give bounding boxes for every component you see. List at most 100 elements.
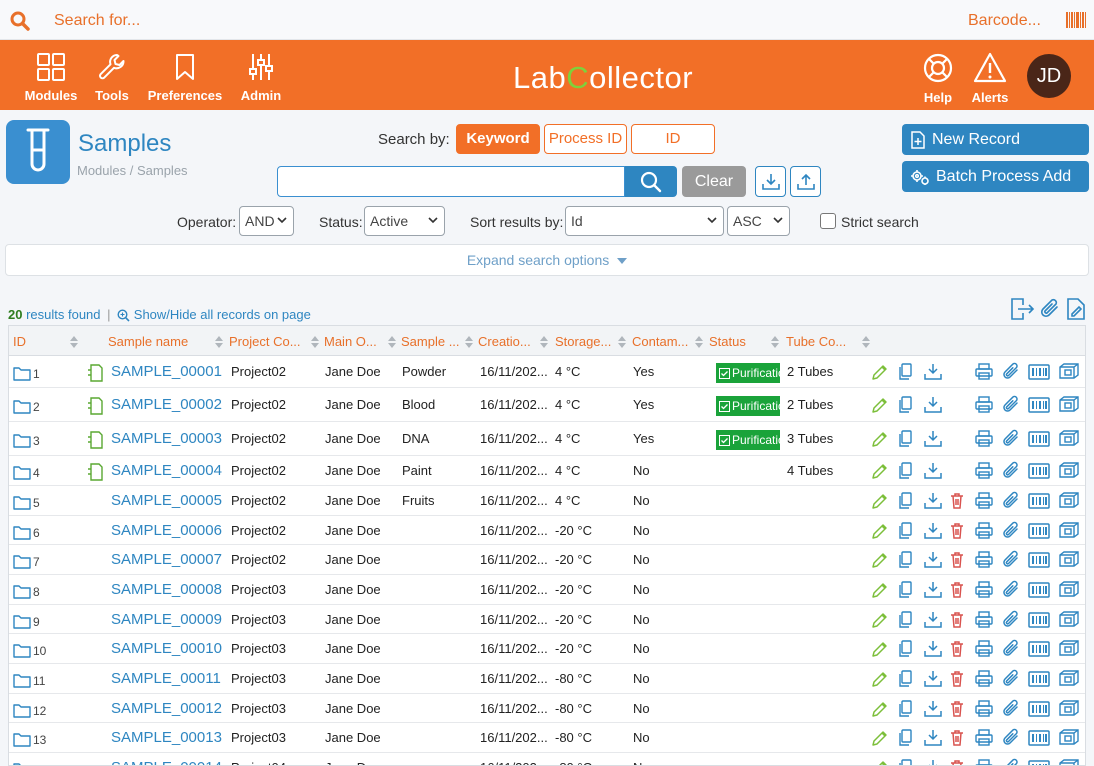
sample-name-link[interactable]: SAMPLE_00014 — [111, 759, 222, 765]
table-row[interactable]: 9 SAMPLE_00009 Project03 Jane Doe 16/11/202.… — [9, 605, 1085, 634]
print-icon[interactable] — [974, 580, 994, 600]
print-icon[interactable] — [974, 491, 994, 511]
clear-button[interactable]: Clear — [682, 166, 746, 197]
sample-name-link[interactable]: SAMPLE_00004 — [111, 462, 222, 479]
folder-icon[interactable] — [13, 553, 31, 571]
edit-pencil-icon[interactable] — [870, 639, 890, 659]
print-icon[interactable] — [974, 639, 994, 659]
barcode-icon[interactable] — [1028, 395, 1050, 415]
storage-box-icon[interactable] — [1058, 429, 1080, 449]
sample-document-icon[interactable] — [87, 462, 103, 482]
folder-icon[interactable] — [13, 731, 31, 749]
paperclip-icon[interactable] — [1002, 758, 1020, 765]
barcode-icon[interactable] — [1028, 699, 1050, 719]
sample-name-link[interactable]: SAMPLE_00012 — [111, 700, 222, 717]
global-search-input[interactable]: Search for... — [54, 12, 140, 30]
download-icon[interactable] — [923, 521, 943, 541]
storage-box-icon[interactable] — [1058, 550, 1080, 570]
edit-pencil-icon[interactable] — [870, 395, 890, 415]
barcode-icon[interactable] — [1028, 362, 1050, 382]
export-icon[interactable] — [1009, 297, 1035, 321]
print-icon[interactable] — [974, 758, 994, 765]
search-mode-keyword[interactable]: Keyword — [456, 124, 540, 154]
folder-icon[interactable] — [13, 398, 31, 416]
edit-document-icon[interactable] — [1066, 297, 1086, 321]
sort-caret-icon[interactable] — [387, 335, 397, 349]
trash-icon[interactable] — [948, 669, 966, 689]
table-row[interactable]: 5 SAMPLE_00005 Project02 Jane Doe Fruits 16/1… — [9, 486, 1085, 516]
copy-icon[interactable] — [896, 728, 916, 748]
download-icon[interactable] — [923, 669, 943, 689]
trash-icon[interactable] — [948, 550, 966, 570]
user-avatar[interactable]: JD — [1027, 54, 1071, 98]
sample-document-icon[interactable] — [87, 363, 103, 383]
copy-icon[interactable] — [896, 429, 916, 449]
nav-preferences[interactable]: Preferences — [145, 52, 225, 103]
edit-pencil-icon[interactable] — [870, 669, 890, 689]
search-icon[interactable] — [10, 11, 30, 31]
col-sample-name[interactable]: Sample name — [108, 334, 188, 349]
trash-icon[interactable] — [948, 699, 966, 719]
status-select[interactable]: Active — [364, 206, 445, 236]
download-icon[interactable] — [923, 639, 943, 659]
download-icon[interactable] — [923, 758, 943, 765]
strict-search-checkbox[interactable] — [820, 213, 836, 229]
paperclip-icon[interactable] — [1002, 550, 1020, 570]
edit-pencil-icon[interactable] — [870, 461, 890, 481]
folder-icon[interactable] — [13, 642, 31, 660]
trash-icon[interactable] — [948, 728, 966, 748]
paperclip-icon[interactable] — [1002, 669, 1020, 689]
sample-name-link[interactable]: SAMPLE_00009 — [111, 611, 222, 628]
nav-help[interactable]: Help — [918, 52, 958, 105]
col-creation[interactable]: Creatio... — [478, 334, 531, 349]
print-icon[interactable] — [974, 699, 994, 719]
download-icon[interactable] — [923, 491, 943, 511]
trash-icon[interactable] — [948, 521, 966, 541]
barcode-input[interactable]: Barcode... — [968, 12, 1041, 30]
folder-icon[interactable] — [13, 464, 31, 482]
col-project[interactable]: Project Co... — [229, 334, 301, 349]
storage-box-icon[interactable] — [1058, 580, 1080, 600]
folder-icon[interactable] — [13, 365, 31, 383]
table-row[interactable]: 4 SAMPLE_00004 Project02 Jane Doe Paint 16/11… — [9, 456, 1085, 486]
paperclip-icon[interactable] — [1002, 395, 1020, 415]
col-tube-count[interactable]: Tube Co... — [786, 334, 846, 349]
copy-icon[interactable] — [896, 491, 916, 511]
trash-icon[interactable] — [948, 639, 966, 659]
search-mode-process-id[interactable]: Process ID — [544, 124, 627, 154]
sample-name-link[interactable]: SAMPLE_00002 — [111, 396, 222, 413]
sort-field-select[interactable]: Id — [565, 206, 724, 236]
barcode-icon[interactable] — [1028, 610, 1050, 630]
download-icon[interactable] — [923, 429, 943, 449]
table-row[interactable]: 8 SAMPLE_00008 Project03 Jane Doe 16/11/202.… — [9, 575, 1085, 605]
download-icon[interactable] — [923, 461, 943, 481]
folder-icon[interactable] — [13, 613, 31, 631]
sort-caret-icon[interactable] — [770, 335, 780, 349]
barcode-icon[interactable] — [1028, 669, 1050, 689]
table-row[interactable]: 14SAMPLE_00014Project04Jane Doe16/11/202… — [9, 753, 1085, 765]
download-icon[interactable] — [923, 395, 943, 415]
paperclip-icon[interactable] — [1002, 491, 1020, 511]
print-icon[interactable] — [974, 395, 994, 415]
paperclip-icon[interactable] — [1002, 639, 1020, 659]
sort-order-select[interactable]: ASC — [727, 206, 790, 236]
storage-box-icon[interactable] — [1058, 610, 1080, 630]
print-icon[interactable] — [974, 728, 994, 748]
sample-document-icon[interactable] — [87, 396, 103, 416]
download-icon[interactable] — [923, 550, 943, 570]
paperclip-icon[interactable] — [1002, 580, 1020, 600]
folder-icon[interactable] — [13, 583, 31, 601]
storage-box-icon[interactable] — [1058, 491, 1080, 511]
download-icon[interactable] — [923, 362, 943, 382]
copy-icon[interactable] — [896, 521, 916, 541]
edit-pencil-icon[interactable] — [870, 699, 890, 719]
col-status[interactable]: Status — [709, 334, 746, 349]
trash-icon[interactable] — [948, 580, 966, 600]
sample-name-link[interactable]: SAMPLE_00003 — [111, 430, 222, 447]
edit-pencil-icon[interactable] — [870, 550, 890, 570]
print-icon[interactable] — [974, 429, 994, 449]
labcollector-logo[interactable]: LabCollector — [513, 60, 693, 96]
copy-icon[interactable] — [896, 639, 916, 659]
table-row[interactable]: 3 SAMPLE_00003 Project02 Jane Doe DNA 16/11/2… — [9, 422, 1085, 456]
barcode-icon[interactable] — [1028, 429, 1050, 449]
